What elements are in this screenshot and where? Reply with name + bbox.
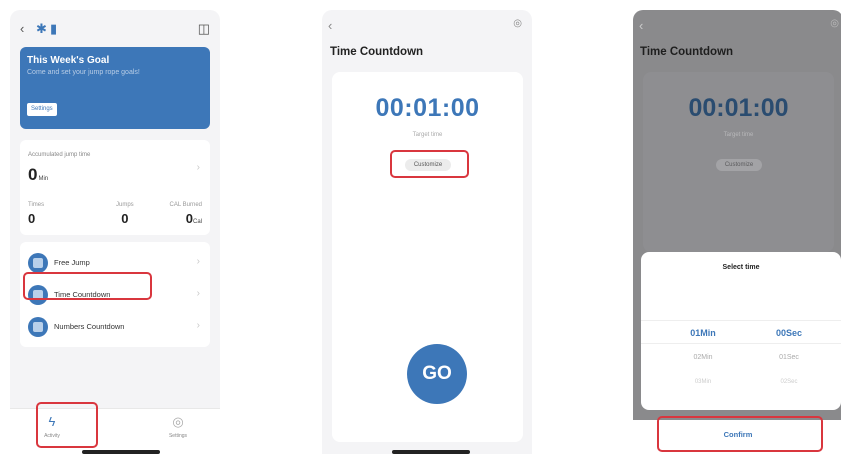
picker-title: Select time bbox=[722, 264, 760, 271]
seconds-option[interactable]: 02Sec bbox=[769, 370, 809, 394]
time-countdown-icon bbox=[28, 285, 48, 305]
goal-settings-button[interactable]: Settings bbox=[27, 103, 57, 116]
chevron-right-icon: › bbox=[196, 320, 200, 331]
mode-menu: Free Jump › Time Countdown › Numbers Cou… bbox=[20, 242, 210, 347]
settings-icon[interactable]: ◎ bbox=[830, 18, 839, 29]
activity-icon: ϟ bbox=[48, 414, 56, 429]
jumps-stat: Jumps 0 bbox=[116, 202, 134, 226]
goal-title: This Week's Goal bbox=[27, 55, 110, 66]
tab-activity[interactable]: ϟ Activity bbox=[22, 413, 82, 439]
picker-row[interactable]: 03Min 02Sec bbox=[641, 370, 841, 394]
customize-button[interactable]: Customize bbox=[405, 159, 451, 171]
page-title: Time Countdown bbox=[640, 46, 734, 58]
countdown-card: 00:01:00 Target time Customize bbox=[643, 72, 834, 252]
chevron-right-icon: › bbox=[196, 162, 200, 173]
tab-settings[interactable]: ◎ Settings bbox=[148, 413, 208, 439]
accumulated-label: Accumulated jump time bbox=[28, 152, 91, 158]
chevron-left-icon[interactable]: ‹ bbox=[328, 18, 332, 33]
home-indicator bbox=[392, 450, 470, 454]
tab-bar: ϟ Activity ◎ Settings bbox=[10, 408, 220, 454]
customize-button[interactable]: Customize bbox=[716, 159, 762, 171]
target-time-label: Target time bbox=[723, 132, 754, 138]
bluetooth-icon: ✱ bbox=[36, 21, 47, 36]
calories-stat: CAL Burned 0Cal bbox=[169, 202, 202, 226]
settings-icon: ◎ bbox=[172, 414, 184, 429]
countdown-time: 00:01:00 bbox=[688, 94, 789, 122]
seconds-option[interactable]: 01Sec bbox=[769, 346, 809, 370]
countdown-time: 00:01:00 bbox=[375, 94, 480, 122]
minutes-option[interactable]: 03Min bbox=[683, 370, 723, 394]
countdown-card: 00:01:00 Target time Customize GO bbox=[332, 72, 523, 442]
menu-item-numbers-countdown[interactable]: Numbers Countdown › bbox=[20, 312, 210, 344]
times-stat: Times 0 bbox=[28, 202, 45, 226]
go-button[interactable]: GO bbox=[407, 344, 467, 404]
chevron-right-icon: › bbox=[196, 256, 200, 267]
top-bar: ‹ ✱ ▮ ◫ bbox=[20, 20, 210, 40]
picker-row[interactable]: 02Min 01Sec bbox=[641, 346, 841, 370]
numbers-countdown-icon bbox=[28, 317, 48, 337]
settings-icon[interactable]: ◎ bbox=[513, 18, 522, 29]
chevron-left-icon[interactable]: ‹ bbox=[639, 18, 643, 33]
target-time-label: Target time bbox=[412, 132, 443, 138]
chevron-left-icon[interactable]: ‹ bbox=[20, 20, 24, 38]
device-icon[interactable]: ◫ bbox=[198, 20, 210, 38]
time-picker-sheet: Select time 01Min 00Sec 02Min 01Sec 03Mi… bbox=[641, 252, 841, 410]
picker-row-selected[interactable]: 01Min 00Sec bbox=[641, 320, 841, 344]
battery-icon: ▮ bbox=[50, 21, 58, 36]
page-title: Time Countdown bbox=[330, 46, 424, 58]
chevron-right-icon: › bbox=[196, 288, 200, 299]
menu-item-time-countdown[interactable]: Time Countdown › bbox=[20, 280, 210, 312]
countdown-screen: ‹ ◎ Time Countdown 00:01:00 Target time … bbox=[322, 10, 532, 454]
confirm-bar: Confirm bbox=[633, 420, 841, 454]
weekly-goal-card: This Week's Goal Come and set your jump … bbox=[20, 47, 210, 129]
menu-item-free-jump[interactable]: Free Jump › bbox=[20, 248, 210, 280]
minutes-option[interactable]: 01Min bbox=[683, 321, 723, 345]
stats-card[interactable]: Accumulated jump time 0Min › Times 0 Jum… bbox=[20, 140, 210, 235]
minutes-option[interactable]: 02Min bbox=[683, 346, 723, 370]
seconds-option[interactable]: 00Sec bbox=[769, 321, 809, 345]
home-indicator bbox=[82, 450, 160, 454]
free-jump-icon bbox=[28, 253, 48, 273]
confirm-button[interactable]: Confirm bbox=[633, 430, 841, 439]
accumulated-value: 0Min bbox=[28, 165, 49, 184]
goal-subtitle: Come and set your jump rope goals! bbox=[27, 69, 140, 76]
select-time-screen: ‹ ◎ Time Countdown 00:01:00 Target time … bbox=[633, 10, 841, 454]
home-screen: ‹ ✱ ▮ ◫ This Week's Goal Come and set yo… bbox=[10, 10, 220, 454]
